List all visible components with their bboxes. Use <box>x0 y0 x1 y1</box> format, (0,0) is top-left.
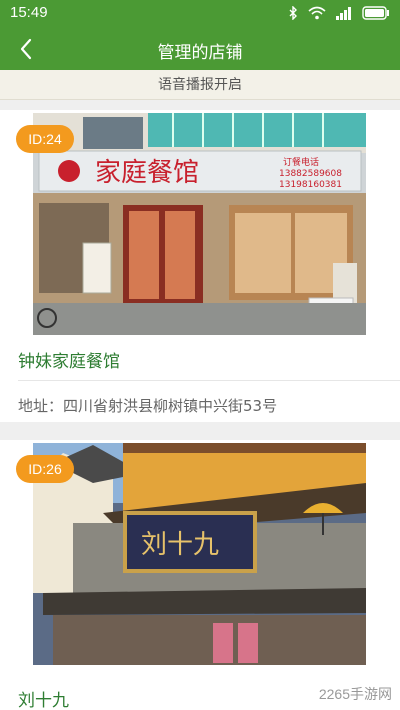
sign-text: 刘十九 <box>141 530 219 560</box>
status-time: 15:49 <box>10 4 48 21</box>
sign-text: 家庭餐馆 <box>95 158 199 188</box>
app-header: 管理的店铺 <box>0 28 400 70</box>
watermark: 2265手游网 <box>318 686 392 702</box>
store-photo: 刘十九 <box>33 443 366 665</box>
store-card[interactable]: 刘十九 ID:26 刘十九 <box>0 440 400 710</box>
divider <box>18 380 400 381</box>
store-id-badge: ID:26 <box>16 455 74 483</box>
sign-phone-2: 13198160381 <box>279 180 342 190</box>
page-title: 管理的店铺 <box>157 43 243 63</box>
voice-broadcast-toggle[interactable]: 语音播报开启 <box>0 70 400 100</box>
store-name: 钟妹家庭餐馆 <box>18 352 120 372</box>
sign-phone-1: 13882589608 <box>279 169 342 179</box>
store-name: 刘十九 <box>18 691 69 710</box>
store-card[interactable]: 家庭餐馆 订餐电话 13882589608 13198160381 ID:24 … <box>0 110 400 422</box>
status-icons <box>288 6 390 20</box>
sign-phone-label: 订餐电话 <box>283 156 319 168</box>
battery-icon <box>362 6 389 20</box>
bluetooth-icon <box>289 6 297 20</box>
store-photo: 家庭餐馆 订餐电话 13882589608 13198160381 <box>33 113 366 335</box>
store-address: 地址：四川省射洪县柳树镇中兴街53号 <box>18 397 278 415</box>
wifi-icon <box>308 6 326 20</box>
signal-icon <box>336 7 351 20</box>
store-id-badge: ID:24 <box>16 125 74 153</box>
status-bar: 15:49 <box>0 0 400 28</box>
